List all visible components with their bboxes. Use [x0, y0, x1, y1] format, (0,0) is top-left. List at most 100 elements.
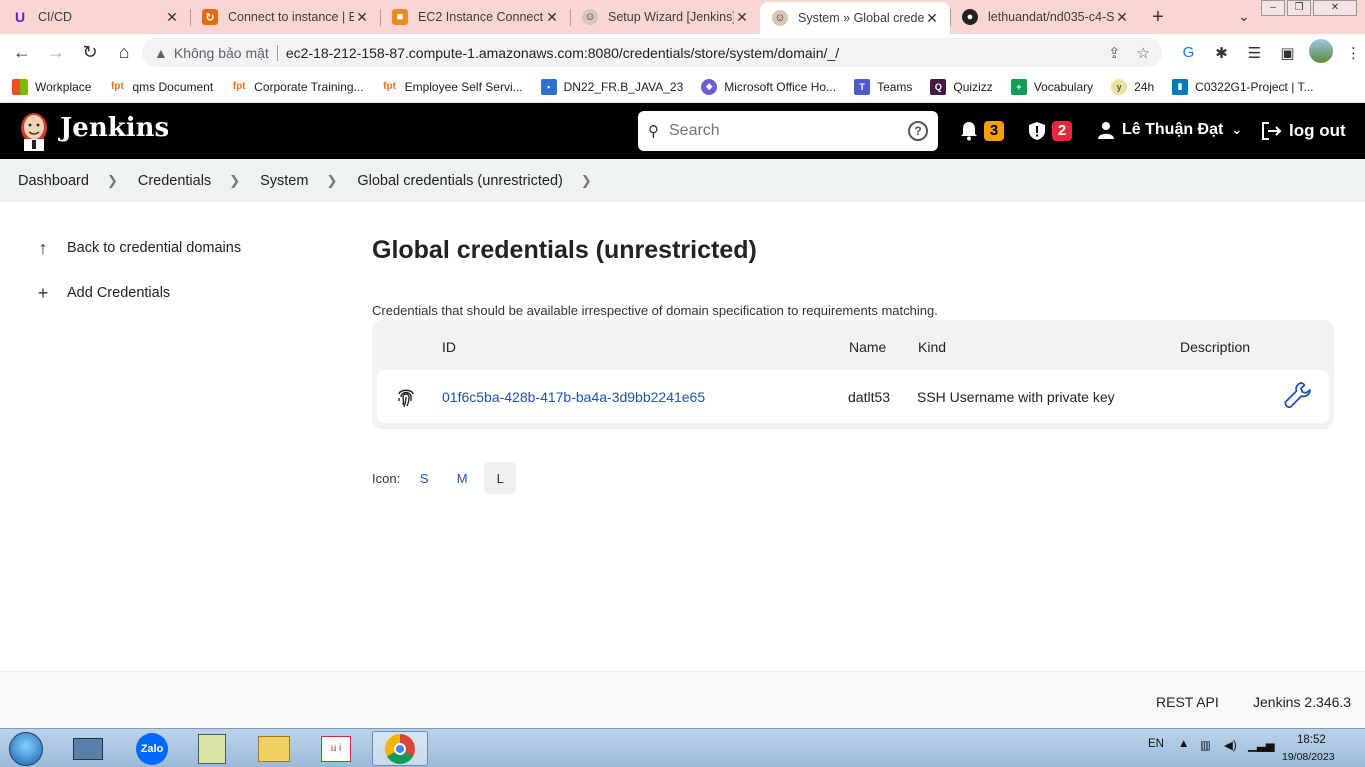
- share-icon[interactable]: ⇪: [1108, 44, 1121, 62]
- sheets-icon: +: [1010, 78, 1027, 95]
- column-header-name[interactable]: Name: [849, 339, 886, 355]
- profile-avatar-icon[interactable]: [1304, 38, 1337, 67]
- chevron-down-icon[interactable]: ⌄: [1238, 8, 1250, 25]
- wrench-icon[interactable]: [1283, 380, 1313, 410]
- icon-size-selector: Icon: S M L: [372, 462, 517, 494]
- jenkins-logo-icon[interactable]: [18, 111, 50, 151]
- user-menu[interactable]: Lê Thuận Đạt ⌄: [1098, 121, 1242, 139]
- quizizz-icon: Q: [930, 78, 947, 95]
- unikey-icon[interactable]: u i: [312, 731, 360, 766]
- language-indicator[interactable]: EN: [1148, 738, 1164, 750]
- star-icon[interactable]: ☆: [1137, 44, 1150, 62]
- notepad-icon[interactable]: [188, 731, 236, 766]
- chevron-right-icon[interactable]: ❯: [581, 173, 592, 189]
- fpt-icon: fpt: [383, 81, 396, 92]
- column-header-id[interactable]: ID: [442, 339, 456, 355]
- rest-api-link[interactable]: REST API: [1156, 694, 1219, 710]
- keyboard-app-icon[interactable]: [64, 731, 112, 766]
- restore-icon[interactable]: ❐: [1287, 0, 1311, 16]
- chevron-right-icon[interactable]: ❯: [326, 173, 337, 189]
- column-header-description[interactable]: Description: [1180, 339, 1250, 355]
- tab-title: CI/CD: [38, 10, 73, 24]
- new-tab-button[interactable]: +: [1140, 0, 1176, 34]
- forward-icon[interactable]: →: [40, 37, 72, 69]
- network-device-icon[interactable]: ▥: [1200, 738, 1211, 752]
- sidebar-item-back[interactable]: ↑ Back to credential domains: [34, 236, 242, 260]
- tray-expand-icon[interactable]: ▲: [1178, 738, 1189, 750]
- breadcrumb-global-credentials[interactable]: Global credentials (unrestricted): [357, 173, 563, 189]
- tab-title: Connect to instance | EC: [228, 10, 354, 24]
- logout-button[interactable]: log out: [1262, 121, 1346, 141]
- browser-tab[interactable]: ☺ Setup Wizard [Jenkins] ✕: [570, 0, 760, 34]
- search-input[interactable]: [669, 122, 908, 140]
- help-icon[interactable]: ?: [908, 121, 928, 141]
- close-icon[interactable]: ✕: [354, 9, 370, 26]
- close-window-icon[interactable]: ✕: [1313, 0, 1357, 16]
- start-button[interactable]: [2, 731, 50, 766]
- omnibox[interactable]: ▲ Không bảo mật ec2-18-212-158-87.comput…: [142, 38, 1162, 67]
- close-icon[interactable]: ✕: [924, 10, 940, 27]
- close-icon[interactable]: ✕: [164, 9, 180, 26]
- jenkins-brand[interactable]: Jenkins: [60, 113, 169, 143]
- browser-tab[interactable]: U CI/CD ✕: [0, 0, 190, 34]
- close-icon[interactable]: ✕: [544, 9, 560, 26]
- chevron-right-icon[interactable]: ❯: [107, 173, 118, 189]
- puzzle-icon[interactable]: ✱: [1205, 44, 1238, 62]
- security-button[interactable]: 2: [1028, 121, 1072, 141]
- bookmark-label: DN22_FR.B_JAVA_23: [563, 79, 684, 94]
- bookmark-item[interactable]: ◆ Microsoft Office Ho...: [701, 78, 836, 95]
- close-icon[interactable]: ✕: [734, 9, 750, 26]
- close-icon[interactable]: ✕: [1114, 9, 1130, 26]
- sidepanel-icon[interactable]: ▣: [1271, 44, 1304, 62]
- browser-tab[interactable]: ● lethuandat/nd035-c4-S ✕: [950, 0, 1140, 34]
- bookmark-item[interactable]: Q Quizizz: [930, 78, 993, 95]
- volume-icon[interactable]: ◀): [1224, 738, 1237, 752]
- credential-id-cell: 01f6c5ba-428b-417b-ba4a-3d9bb2241e65: [442, 389, 705, 405]
- clock-time[interactable]: 18:52: [1297, 734, 1326, 746]
- bookmark-item[interactable]: fpt qms Document: [109, 79, 213, 95]
- bookmark-item[interactable]: + Vocabulary: [1010, 78, 1093, 95]
- chrome-icon[interactable]: [372, 731, 428, 766]
- signal-icon[interactable]: ▁▃▅: [1248, 738, 1275, 752]
- notifications-badge: 3: [984, 121, 1004, 141]
- bookmark-item[interactable]: y 24h: [1111, 78, 1154, 95]
- breadcrumb-system[interactable]: System: [260, 173, 308, 189]
- jenkins-version-link[interactable]: Jenkins 2.346.3: [1253, 694, 1351, 710]
- browser-tab[interactable]: ■ EC2 Instance Connect ✕: [380, 0, 570, 34]
- notifications-button[interactable]: 3: [960, 121, 1004, 141]
- reload-icon[interactable]: ↻: [74, 37, 106, 69]
- kebab-menu-icon[interactable]: ⋮: [1337, 44, 1365, 62]
- breadcrumb-dashboard[interactable]: Dashboard: [18, 173, 89, 189]
- warning-icon[interactable]: ▲: [154, 45, 168, 61]
- browser-tab[interactable]: ↻ Connect to instance | EC ✕: [190, 0, 380, 34]
- chevron-down-icon: ⌄: [1231, 122, 1243, 137]
- minimize-icon[interactable]: –: [1261, 0, 1285, 16]
- column-header-kind[interactable]: Kind: [918, 339, 946, 355]
- media-icon[interactable]: ☰: [1238, 44, 1271, 62]
- clock-date[interactable]: 19/08/2023: [1282, 751, 1335, 763]
- bookmark-item[interactable]: T Teams: [854, 78, 912, 95]
- tab-title: System » Global creden: [798, 11, 924, 25]
- bookmark-item[interactable]: fpt Corporate Training...: [231, 79, 364, 95]
- browser-tab-active[interactable]: ☺ System » Global creden ✕: [760, 2, 950, 34]
- home-icon[interactable]: ⌂: [108, 37, 140, 69]
- search-box[interactable]: ⚲ ?: [638, 111, 938, 151]
- insecure-label[interactable]: Không bảo mật: [174, 45, 269, 61]
- bookmark-item[interactable]: Workplace: [12, 78, 91, 95]
- icon-size-large[interactable]: L: [484, 462, 517, 494]
- credential-id-link[interactable]: 01f6c5ba-428b-417b-ba4a-3d9bb2241e65: [442, 389, 705, 405]
- back-icon[interactable]: ←: [6, 37, 38, 69]
- bookmark-item[interactable]: ▪ DN22_FR.B_JAVA_23: [540, 78, 684, 95]
- bookmark-item[interactable]: ▮ C0322G1-Project | T...: [1172, 78, 1313, 95]
- folder-icon[interactable]: [250, 731, 298, 766]
- icon-size-medium[interactable]: M: [446, 462, 478, 494]
- translate-icon[interactable]: G: [1172, 44, 1205, 61]
- url-text[interactable]: ec2-18-212-158-87.compute-1.amazonaws.co…: [286, 45, 1092, 61]
- icon-size-small[interactable]: S: [408, 462, 440, 494]
- sidebar-item-add-credentials[interactable]: + Add Credentials: [34, 281, 241, 305]
- credential-name-cell: datlt53: [848, 389, 891, 405]
- chevron-right-icon[interactable]: ❯: [229, 173, 240, 189]
- zalo-icon[interactable]: Zalo: [128, 731, 176, 766]
- breadcrumb-credentials[interactable]: Credentials: [138, 173, 211, 189]
- bookmark-item[interactable]: fpt Employee Self Servi...: [382, 79, 522, 95]
